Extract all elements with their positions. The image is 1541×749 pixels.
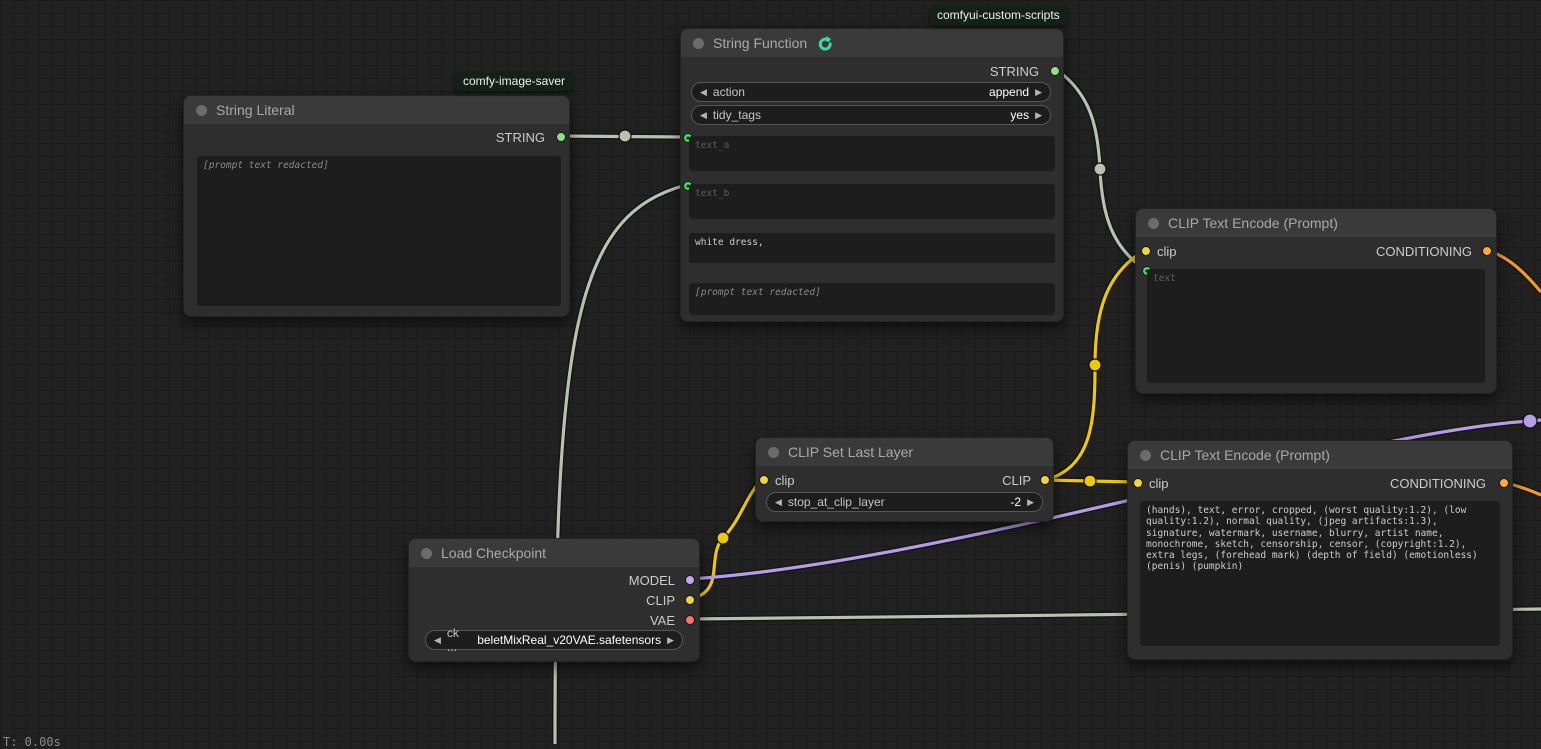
result-preview-textarea[interactable]: [prompt text redacted] (689, 283, 1055, 315)
collapse-dot-icon[interactable] (196, 105, 207, 116)
increment-arrow-icon[interactable]: ▶ (1027, 497, 1034, 508)
output-label-clip: CLIP (1002, 473, 1031, 488)
decrement-arrow-icon[interactable]: ◀ (700, 87, 707, 98)
decrement-arrow-icon[interactable]: ◀ (700, 110, 707, 121)
collapse-dot-icon[interactable] (768, 447, 779, 458)
widget-value: yes (1010, 108, 1029, 122)
custom-scripts-swirl-icon (816, 35, 833, 52)
string-output-port[interactable] (1050, 66, 1060, 76)
output-label-conditioning: CONDITIONING (1376, 244, 1472, 259)
collapse-dot-icon[interactable] (421, 548, 432, 559)
text-b-textarea[interactable]: text_b (689, 184, 1055, 219)
collapse-dot-icon[interactable] (693, 38, 704, 49)
collapse-dot-icon[interactable] (1148, 218, 1159, 229)
node-title-bar[interactable]: CLIP Text Encode (Prompt) (1136, 209, 1496, 237)
widget-label: ck ... (447, 626, 469, 654)
node-title: CLIP Set Last Layer (788, 444, 913, 460)
widget-ckpt-name[interactable]: ◀ ck ... beletMixReal_v20VAE.safetensors… (425, 630, 683, 650)
badge-comfy-image-saver: comfy-image-saver (455, 72, 573, 91)
vae-output-port[interactable] (685, 615, 695, 625)
node-title-bar[interactable]: String Function (681, 29, 1063, 57)
widget-label: tidy_tags (713, 108, 761, 122)
widget-value: beletMixReal_v20VAE.safetensors (477, 633, 661, 647)
output-label-clip: CLIP (646, 593, 675, 608)
widget-value: append (989, 85, 1029, 99)
conditioning-output-port[interactable] (1482, 246, 1492, 256)
timer-status-text: T: 0.00s (3, 735, 61, 749)
widget-tidy-tags[interactable]: ◀ tidy_tags yes ▶ (691, 105, 1051, 125)
node-title: String Function (713, 35, 807, 51)
text-a-textarea[interactable]: text_a (689, 136, 1055, 171)
input-label-clip: clip (775, 473, 795, 488)
input-label-clip: clip (1149, 476, 1169, 491)
negative-prompt-textarea[interactable]: (hands), text, error, cropped, (worst qu… (1140, 501, 1500, 646)
clip-output-port[interactable] (1040, 475, 1050, 485)
clip-input-port[interactable] (759, 475, 769, 485)
node-title-bar[interactable]: CLIP Set Last Layer (756, 438, 1053, 466)
clip-input-port[interactable] (1133, 478, 1143, 488)
node-title-bar[interactable]: Load Checkpoint (409, 539, 699, 567)
output-label-string: STRING (496, 130, 545, 145)
node-title-bar[interactable]: String Literal (184, 96, 569, 124)
widget-label: action (713, 85, 745, 99)
output-label-string: STRING (990, 64, 1039, 79)
badge-comfyui-custom-scripts: comfyui-custom-scripts (929, 6, 1068, 25)
clip-input-port[interactable] (1141, 246, 1151, 256)
output-label-model: MODEL (629, 573, 675, 588)
model-output-port[interactable] (685, 575, 695, 585)
clip-output-port[interactable] (685, 595, 695, 605)
widget-stop-at-clip-layer[interactable]: ◀ stop_at_clip_layer -2 ▶ (766, 492, 1043, 512)
node-load-checkpoint[interactable]: Load Checkpoint MODEL CLIP VAE ◀ ck ... … (408, 538, 700, 662)
node-clip-set-last-layer[interactable]: CLIP Set Last Layer clip CLIP ◀ stop_at_… (755, 437, 1054, 522)
node-clip-text-encode-negative[interactable]: CLIP Text Encode (Prompt) clip CONDITION… (1127, 440, 1513, 660)
node-title: String Literal (216, 102, 295, 118)
text-textarea[interactable]: text (1147, 269, 1485, 383)
output-label-conditioning: CONDITIONING (1390, 476, 1486, 491)
text-c-textarea[interactable]: white dress, (689, 233, 1055, 263)
node-string-literal[interactable]: String Literal STRING [prompt text redac… (183, 95, 570, 317)
widget-label: stop_at_clip_layer (788, 495, 885, 509)
output-label-vae: VAE (650, 613, 675, 628)
node-string-function[interactable]: String Function STRING ◀ action append ▶… (680, 28, 1064, 322)
collapse-dot-icon[interactable] (1140, 450, 1151, 461)
node-title: CLIP Text Encode (Prompt) (1168, 215, 1338, 231)
string-literal-textarea[interactable]: [prompt text redacted] (197, 156, 561, 306)
increment-arrow-icon[interactable]: ▶ (1035, 110, 1042, 121)
comfyui-canvas[interactable]: { "canvas": { "status_text": "T: 0.00s" … (0, 0, 1541, 744)
node-clip-text-encode-positive[interactable]: CLIP Text Encode (Prompt) clip CONDITION… (1135, 208, 1497, 394)
node-title-bar[interactable]: CLIP Text Encode (Prompt) (1128, 441, 1512, 469)
increment-arrow-icon[interactable]: ▶ (667, 635, 674, 646)
widget-value: -2 (1010, 495, 1021, 509)
conditioning-output-port[interactable] (1499, 478, 1509, 488)
node-title: Load Checkpoint (441, 545, 546, 561)
increment-arrow-icon[interactable]: ▶ (1035, 87, 1042, 98)
widget-action[interactable]: ◀ action append ▶ (691, 82, 1051, 102)
decrement-arrow-icon[interactable]: ◀ (775, 497, 782, 508)
node-title: CLIP Text Encode (Prompt) (1160, 447, 1330, 463)
decrement-arrow-icon[interactable]: ◀ (434, 635, 441, 646)
input-label-clip: clip (1157, 244, 1177, 259)
string-output-port[interactable] (556, 132, 566, 142)
